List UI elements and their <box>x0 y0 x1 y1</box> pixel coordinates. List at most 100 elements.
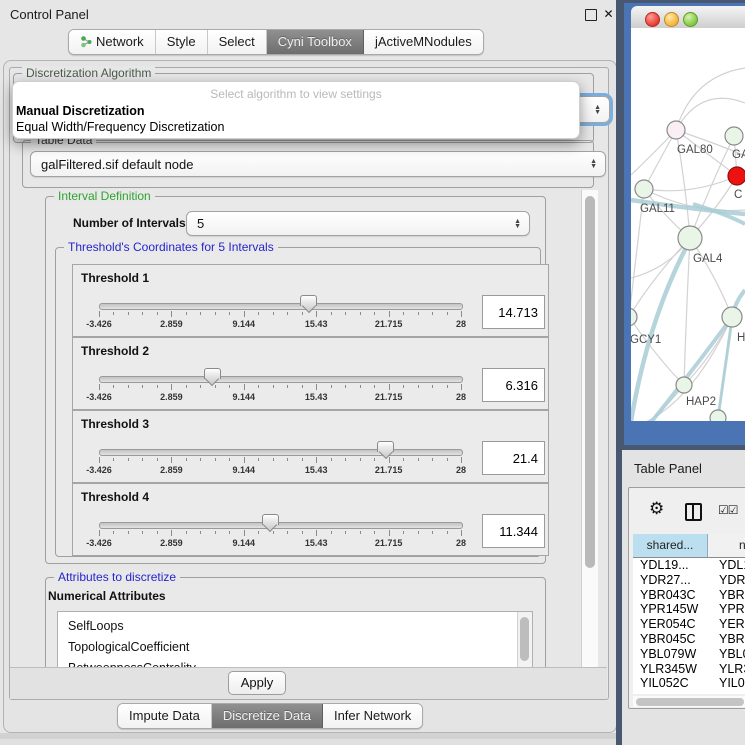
tab-label: Cyni Toolbox <box>278 34 352 49</box>
tick-mark <box>113 458 114 461</box>
tick-mark <box>229 312 230 315</box>
node-label: GAL11 <box>640 203 675 215</box>
threshold-value-field[interactable]: 11.344 <box>482 514 545 548</box>
attribute-item[interactable]: BetweennessCentrality <box>68 658 196 667</box>
slider-thumb[interactable] <box>300 295 317 306</box>
tick-mark <box>244 457 245 463</box>
zoom-traffic-light-icon[interactable] <box>683 12 698 27</box>
tick-label: 9.144 <box>233 465 256 475</box>
network-graph: GAL80GACGAL11GAL4GCY1HHAP2 <box>631 28 745 421</box>
close-panel-icon[interactable]: ✕ <box>603 9 614 20</box>
network-node-gal11[interactable] <box>635 180 653 198</box>
attributes-scrollbar[interactable] <box>517 612 532 667</box>
bottom-tab-discretize-data[interactable]: Discretize Data <box>212 704 323 728</box>
tick-mark <box>244 384 245 390</box>
table-hscrollbar-thumb[interactable] <box>636 698 744 706</box>
number-of-intervals-combobox[interactable]: 5 ▲▼ <box>186 211 530 236</box>
column-header-name[interactable]: na <box>708 534 745 557</box>
network-node-gcy1[interactable] <box>631 308 637 326</box>
network-node-gal80[interactable] <box>667 121 685 139</box>
tab-select[interactable]: Select <box>208 30 267 54</box>
tick-mark <box>461 530 462 536</box>
threshold-value-field[interactable]: 6.316 <box>482 368 545 402</box>
slider-thumb[interactable] <box>377 441 394 452</box>
tick-label: -3.426 <box>86 538 112 548</box>
tick-mark <box>200 385 201 388</box>
network-node-h[interactable] <box>722 307 742 327</box>
tick-mark <box>229 385 230 388</box>
table-row[interactable]: YBR043CYBR0 <box>633 588 745 603</box>
table-row[interactable]: YLR345WYLR3 <box>633 662 745 677</box>
gear-icon[interactable]: ⚙ <box>649 500 664 517</box>
tick-mark <box>128 312 129 315</box>
node-table[interactable]: shared... na YDL19...YDL1YDR27...YDR2YBR… <box>633 534 745 694</box>
table-row[interactable]: YIL052CYIL0 <box>633 676 745 691</box>
bottom-tab-impute-data[interactable]: Impute Data <box>118 704 212 728</box>
table-horizontal-scrollbar[interactable] <box>633 696 745 707</box>
network-node-gal4[interactable] <box>678 226 702 250</box>
apply-button[interactable]: Apply <box>228 671 286 695</box>
table-row[interactable]: YBL079WYBL0 <box>633 647 745 662</box>
control-panel-window: Control Panel ✕ NetworkStyleSelect Cyni T… <box>0 0 618 737</box>
shared-name-cell: YDR27... <box>640 573 691 588</box>
table-data-combobox[interactable]: galFiltered.sif default node ▲▼ <box>30 151 606 177</box>
attribute-item[interactable]: TopologicalCoefficient <box>68 637 189 657</box>
slider-track[interactable] <box>99 376 463 383</box>
table-data-combobox-value: galFiltered.sif default node <box>41 157 193 172</box>
main-scrollbar[interactable] <box>581 190 598 667</box>
table-row[interactable]: YDL19...YDL1 <box>633 558 745 573</box>
minimize-traffic-light-icon[interactable] <box>664 12 679 27</box>
tick-label: 9.144 <box>233 319 256 329</box>
attribute-item[interactable]: SelfLoops <box>68 616 124 636</box>
slider-track[interactable] <box>99 303 463 310</box>
table-row[interactable]: YDR27...YDR2 <box>633 573 745 588</box>
slider-thumb[interactable] <box>262 514 279 525</box>
table-row[interactable]: YPR145WYPR1 <box>633 602 745 617</box>
shared-name-cell: YDL19... <box>640 558 689 573</box>
tick-mark <box>142 312 143 315</box>
shared-name-cell: YBR045C <box>640 632 696 647</box>
node-label: GA <box>732 149 745 161</box>
numerical-attributes-list[interactable]: SelfLoopsTopologicalCoefficientBetweenne… <box>57 611 533 667</box>
network-node-hap2[interactable] <box>676 377 692 393</box>
tick-mark <box>157 385 158 388</box>
slider-track[interactable] <box>99 522 463 529</box>
table-row[interactable]: YBR045CYBR0 <box>633 632 745 647</box>
tick-mark <box>316 311 317 317</box>
network-node[interactable] <box>710 410 726 421</box>
tab-style[interactable]: Style <box>156 30 208 54</box>
slider-thumb[interactable] <box>204 368 221 379</box>
network-node-c[interactable] <box>728 167 745 185</box>
table-row[interactable]: YER054CYER0 <box>633 617 745 632</box>
network-node-ga[interactable] <box>725 127 743 145</box>
tab-cyni-toolbox[interactable]: Cyni Toolbox <box>267 30 364 54</box>
tick-mark <box>186 312 187 315</box>
tick-mark <box>287 531 288 534</box>
close-traffic-light-icon[interactable] <box>645 12 660 27</box>
column-header-shared-name[interactable]: shared... <box>633 534 708 557</box>
bottom-tab-infer-network[interactable]: Infer Network <box>323 704 422 728</box>
slider-track[interactable] <box>99 449 463 456</box>
float-window-icon[interactable] <box>585 9 597 21</box>
network-icon <box>80 35 92 48</box>
control-panel-title: Control Panel <box>10 7 89 22</box>
algorithm-option-equal-width-frequency-discretization[interactable]: Equal Width/Frequency Discretization <box>16 119 576 135</box>
tick-mark <box>374 312 375 315</box>
tick-mark <box>345 385 346 388</box>
threshold-value-field[interactable]: 21.4 <box>482 441 545 475</box>
algorithm-option-manual-discretization[interactable]: Manual Discretization <box>16 103 576 119</box>
attributes-scrollbar-thumb[interactable] <box>520 617 529 661</box>
node-label: HAP2 <box>686 396 716 408</box>
tick-mark <box>186 385 187 388</box>
columns-icon[interactable] <box>685 503 702 521</box>
checkbox-icons[interactable]: ☑☑ <box>718 503 738 517</box>
network-canvas[interactable]: GAL80GACGAL11GAL4GCY1HHAP2 <box>631 28 745 421</box>
tab-jactivemnodules[interactable]: jActiveMNodules <box>364 30 483 54</box>
name-cell: YBL0 <box>719 647 745 662</box>
threshold-value-field[interactable]: 14.713 <box>482 295 545 329</box>
table-panel-title: Table Panel <box>634 461 702 476</box>
tick-mark <box>316 457 317 463</box>
main-scrollbar-thumb[interactable] <box>585 196 595 568</box>
tab-network[interactable]: Network <box>69 30 156 54</box>
tick-mark <box>316 530 317 536</box>
